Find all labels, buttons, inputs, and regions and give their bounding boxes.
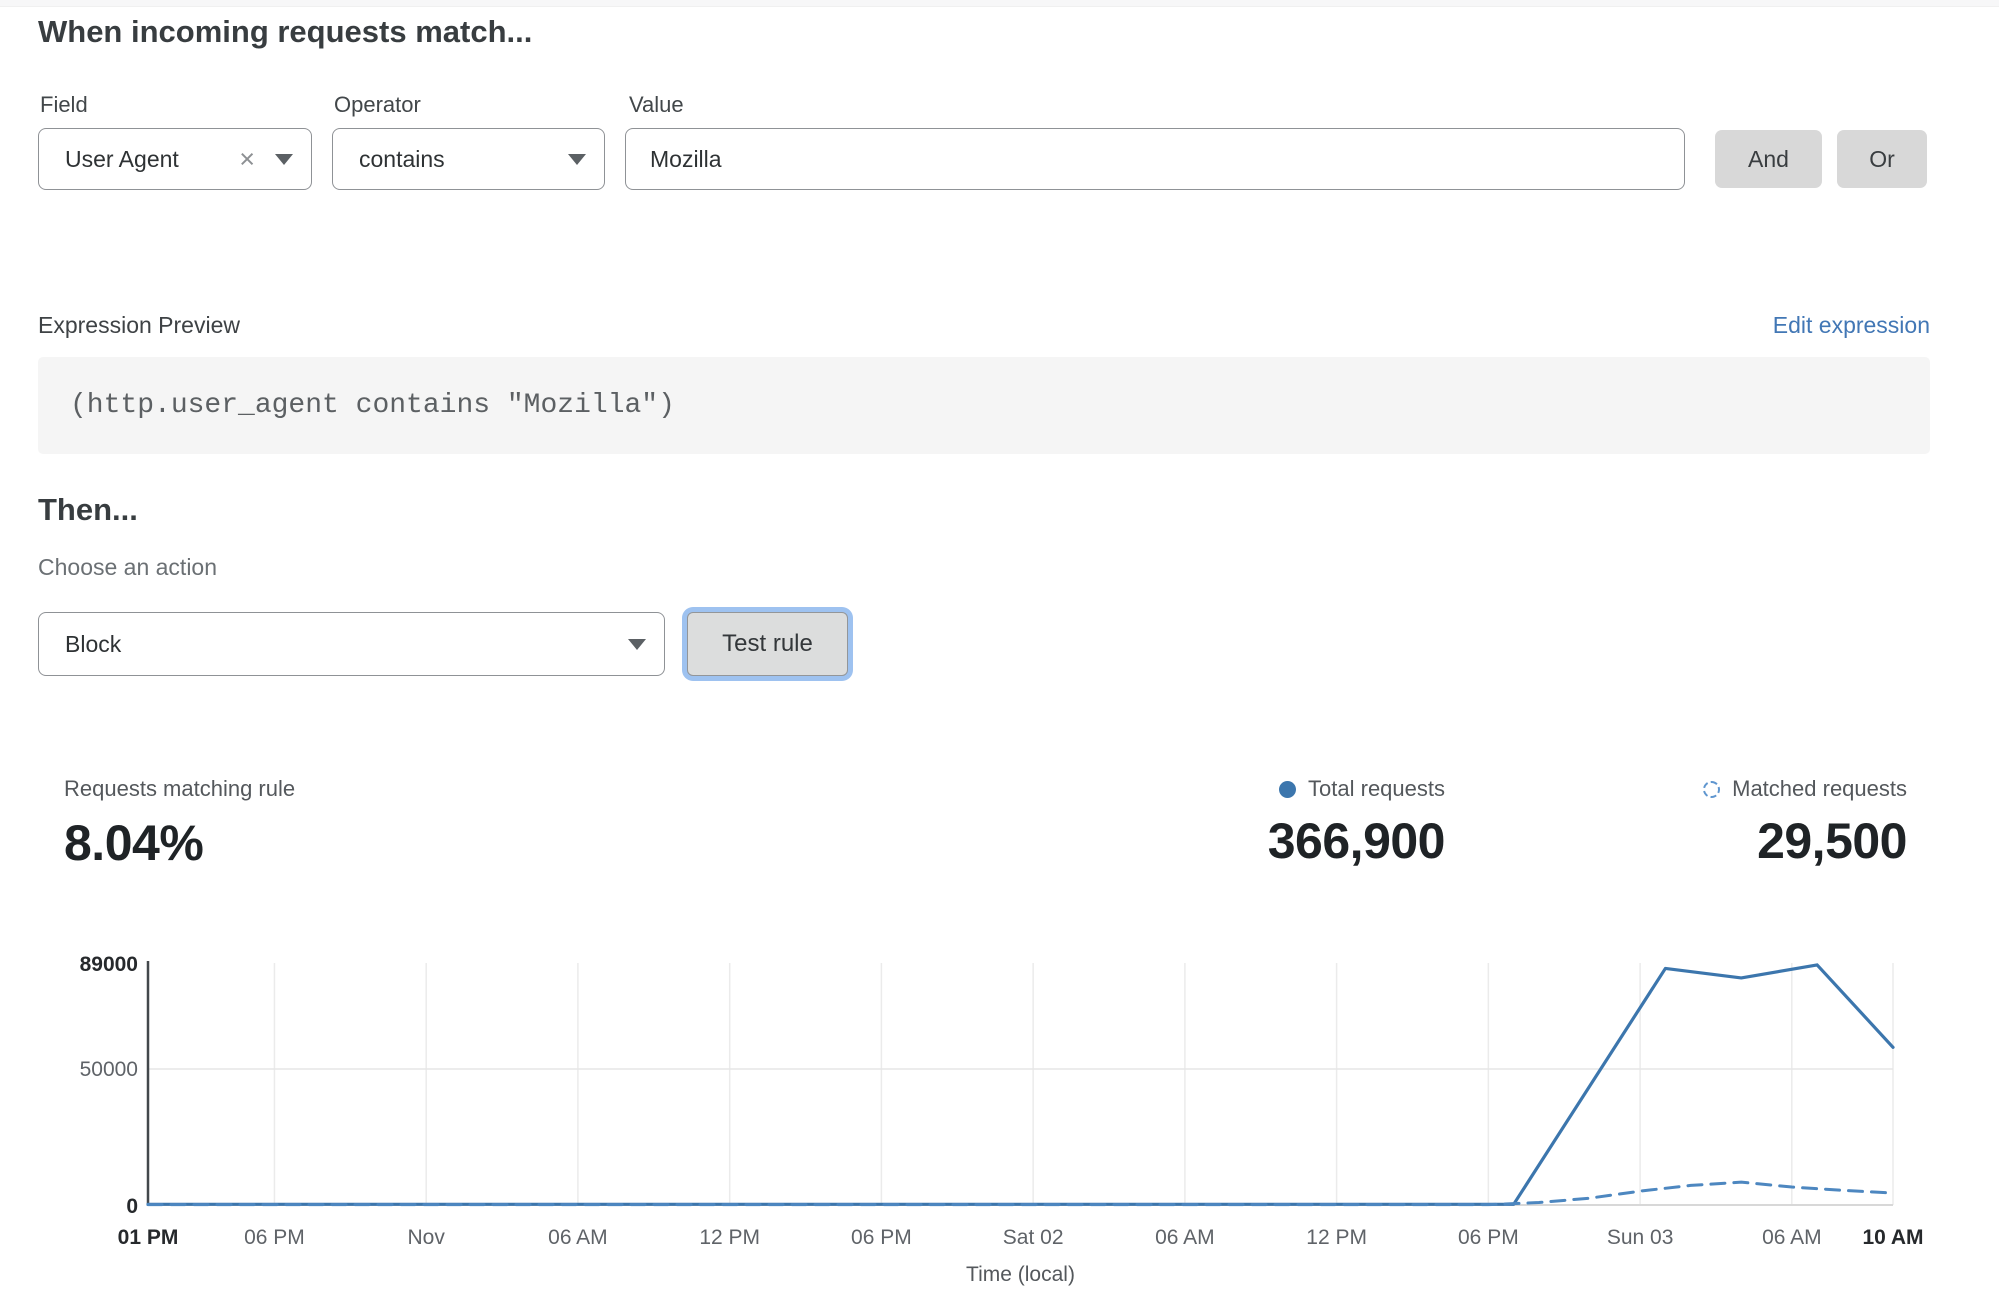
then-heading: Then... [38,492,138,528]
stat-matching-rule: Requests matching rule 8.04% [64,776,295,872]
matched-requests-legend-icon [1703,781,1720,798]
stat-matched-label: Matched requests [1732,776,1907,802]
x-tick-label: 06 AM [1762,1226,1822,1249]
x-tick-label: 06 PM [851,1226,912,1249]
y-tick-label: 89000 [80,953,138,976]
field-label: Field [40,92,88,118]
series-solid [148,965,1893,1204]
operator-select[interactable]: contains [332,128,605,190]
operator-label: Operator [334,92,421,118]
value-input[interactable] [625,128,1685,190]
edit-expression-link[interactable]: Edit expression [1773,312,1930,339]
choose-action-label: Choose an action [38,554,217,581]
clear-icon[interactable]: × [233,146,261,173]
requests-chart-svg: 89000 50000 0 01 PM 06 PM Nov 06 AM 12 PM 06 PM S… [0,928,1999,1295]
stat-matching-label: Requests matching rule [64,776,295,802]
expression-code: (http.user_agent contains "Mozilla") [70,357,675,454]
stat-total-label: Total requests [1308,776,1445,802]
top-divider [0,0,1999,7]
field-select-value: User Agent [65,146,179,173]
or-button[interactable]: Or [1837,130,1927,188]
action-select[interactable]: Block [38,612,665,676]
stat-matched-value: 29,500 [1703,812,1907,870]
stat-total-value: 366,900 [1268,812,1445,870]
x-tick-label: 06 AM [1155,1226,1215,1249]
x-tick-label: 06 AM [548,1226,608,1249]
operator-select-value: contains [359,146,445,173]
page-title: When incoming requests match... [38,14,532,50]
y-tick-label: 50000 [80,1058,138,1081]
x-tick-label: 06 PM [244,1226,305,1249]
x-tick-label: Nov [408,1226,446,1249]
x-tick-label: 12 PM [699,1226,760,1249]
x-tick-label: 06 PM [1458,1226,1519,1249]
stat-total-requests: Total requests 366,900 [1268,776,1445,870]
expression-preview-label: Expression Preview [38,312,240,339]
field-select[interactable]: User Agent × [38,128,312,190]
x-tick-label: 01 PM [118,1226,179,1249]
requests-chart: 89000 50000 0 01 PM 06 PM Nov 06 AM 12 PM 06 PM S… [0,928,1999,1295]
chevron-down-icon [568,154,586,165]
x-axis-title: Time (local) [966,1263,1075,1286]
chevron-down-icon [628,639,646,650]
x-tick-label: Sat 02 [1003,1226,1064,1249]
stat-matching-value: 8.04% [64,814,295,872]
x-tick-label: 10 AM [1862,1226,1923,1249]
expression-code-box: (http.user_agent contains "Mozilla") [38,357,1930,454]
total-requests-legend-icon [1279,781,1296,798]
x-tick-label: Sun 03 [1607,1226,1674,1249]
value-label: Value [629,92,684,118]
x-tick-label: 12 PM [1306,1226,1367,1249]
test-rule-button[interactable]: Test rule [687,612,848,676]
series-dashed [148,1182,1893,1205]
firewall-rule-page: When incoming requests match... Field Op… [0,0,1999,1295]
stat-matched-requests: Matched requests 29,500 [1703,776,1907,870]
y-tick-label: 0 [126,1195,138,1218]
chevron-down-icon [275,154,293,165]
action-select-value: Block [65,631,121,658]
and-button[interactable]: And [1715,130,1822,188]
